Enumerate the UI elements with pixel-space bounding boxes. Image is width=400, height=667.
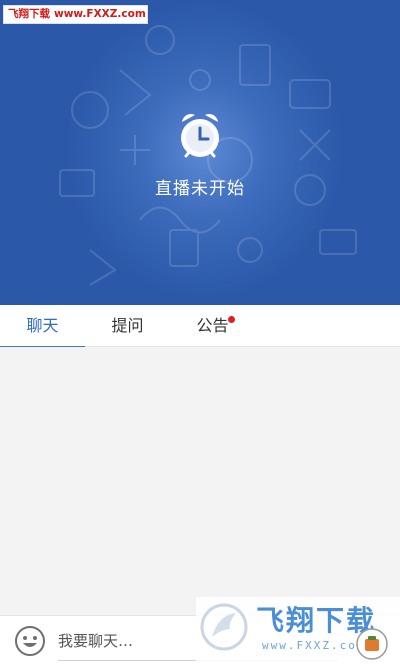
tab-announcements[interactable]: 公告	[170, 305, 255, 347]
new-badge-dot	[227, 316, 235, 323]
chat-message-list[interactable]	[0, 347, 400, 615]
watermark-url: www.FXXZ.com	[54, 8, 146, 20]
watermark-brand: 飞翔下载	[8, 8, 50, 20]
live-status-text: 直播未开始	[155, 179, 245, 199]
watermark-url-bottom: www.FXXZ.com	[262, 639, 366, 652]
live-video-area: 飞翔下载 www.FXXZ.com 直播未开始	[0, 0, 400, 305]
fxxz-logo-icon	[200, 603, 248, 651]
tab-bar: 聊天 提问 公告	[0, 305, 400, 348]
tab-announcements-label: 公告	[196, 316, 229, 335]
emoji-icon[interactable]	[14, 625, 46, 657]
alarm-clock-icon	[176, 110, 224, 162]
tab-chat[interactable]: 聊天	[0, 305, 85, 348]
send-icon[interactable]	[355, 627, 389, 661]
tab-questions[interactable]: 提问	[85, 305, 170, 347]
watermark-banner: 飞翔下载 www.FXXZ.com	[3, 5, 148, 24]
tab-questions-label: 提问	[111, 316, 144, 335]
tab-chat-label: 聊天	[26, 316, 59, 335]
